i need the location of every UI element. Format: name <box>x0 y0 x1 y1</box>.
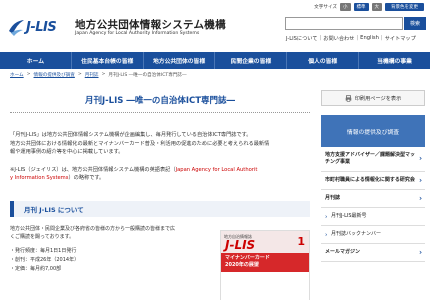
section-heading: 月刊 J-LIS について <box>10 200 310 217</box>
utility-links: J-LISについて | お問い合わせ | English | サイトマップ <box>286 35 416 42</box>
sidebar-item-mail-magazine[interactable]: メールマガジン <box>321 244 425 262</box>
search-input[interactable] <box>285 17 403 30</box>
cover-band-line-2: 2020年の展望 <box>225 262 259 268</box>
org-name-en: Japan Agency for Local Authority Informa… <box>75 31 200 36</box>
main-nav: ホーム 住民基本台帳の皆様 地方公共団体の皆様 民間企業の皆様 個人の皆様 当機… <box>0 52 430 69</box>
sidebar-item-study-group[interactable]: 市町村職員による情報化に関する研究会 <box>321 172 425 190</box>
note-highlight: Japan Agency for Local Authorit <box>175 166 258 173</box>
org-name: 地方公共団体情報システム機構 <box>75 19 226 31</box>
nav-item-residents[interactable]: 住民基本台帳の皆様 <box>72 52 144 69</box>
cover-band: マイナンバーカード 2020年の展望 <box>221 253 309 272</box>
cover-header: 地方自治情報誌 J-LIS 1 <box>221 231 309 253</box>
lead-line-3: 報や運用事例の紹介等を中心に掲載しています。 <box>10 149 124 155</box>
breadcrumb-info[interactable]: 情報の提供及び調査 <box>34 72 75 78</box>
breadcrumb-current: 月刊J-LIS ―唯一の自治体ICT専門誌― <box>108 73 187 78</box>
search-button[interactable]: 検索 <box>404 17 426 30</box>
util-link-english[interactable]: English <box>360 35 379 42</box>
sidebar: 印刷用ページを表示 情報の提供及び調査 地方支援アドバイザー／課題解決型マッチン… <box>321 90 425 262</box>
text-size-label: 文字サイズ <box>314 5 337 10</box>
lead-text: 「月刊J-LIS」は地方公共団体情報システム機構が企画編集し、毎月発行している自… <box>10 131 310 157</box>
cover-logo: J-LIS <box>225 238 256 252</box>
note-text: ※J-LIS（ジェイリス）は、地方公共団体情報システム機構の英語表記（Japan… <box>10 166 310 183</box>
accessibility-bar: 文字サイズ 小 標準 大 背景色を変更 <box>314 3 424 11</box>
printer-icon <box>345 94 352 102</box>
print-button[interactable]: 印刷用ページを表示 <box>321 90 425 106</box>
nav-item-local-gov[interactable]: 地方公共団体の皆様 <box>144 52 216 69</box>
util-link-about[interactable]: J-LISについて <box>286 35 318 42</box>
logo-text[interactable]: J-LIS <box>26 20 57 35</box>
nav-item-companies[interactable]: 民間企業の皆様 <box>215 52 288 69</box>
breadcrumb-magazine[interactable]: 月刊誌 <box>85 72 99 78</box>
breadcrumb-home[interactable]: ホーム <box>10 72 24 78</box>
text-size-medium-button[interactable]: 標準 <box>353 3 369 11</box>
sidebar-item-advisor[interactable]: 地方支援アドバイザー／課題解決型マッチング事業 <box>321 147 425 172</box>
print-button-label: 印刷用ページを表示 <box>354 95 402 102</box>
jlis-logo-icon <box>9 20 24 36</box>
nav-item-business[interactable]: 当機構の事業 <box>359 52 430 69</box>
text-size-large-button[interactable]: 大 <box>371 3 382 11</box>
search-button-label: 検索 <box>409 21 420 27</box>
util-link-sitemap[interactable]: サイトマップ <box>385 35 416 42</box>
desc-line-1: 地方公共団体・民間企業及び各府省の皆様の方から一般購読の皆様まで広 <box>10 225 176 232</box>
sidebar-heading[interactable]: 情報の提供及び調査 <box>321 115 425 147</box>
note-part-1: ※J-LIS（ジェイリス）は、地方公共団体情報システム機構の英語表記（ <box>10 166 176 173</box>
note-part-2: y Information Systems <box>10 175 69 181</box>
lead-line-1: 「月刊J-LIS」は地方公共団体情報システム機構が企画編集し、毎月発行している自… <box>10 132 252 138</box>
nav-item-individuals[interactable]: 個人の皆様 <box>287 52 360 69</box>
desc-line-2: くご購読を賜っております。 <box>10 233 75 240</box>
section-description: 地方公共団体・民間企業及び各府省の皆様の方から一般購読の皆様まで広 くご購読を賜… <box>10 225 210 241</box>
site-header: J-LIS 地方公共団体情報システム機構 Japan Agency for Lo… <box>0 0 430 52</box>
note-part-3: ）の略称です。 <box>68 175 105 181</box>
sidebar-item-latest-issue[interactable]: 月刊J-LIS最新号 <box>321 208 425 226</box>
nav-item-home[interactable]: ホーム <box>0 52 72 69</box>
text-size-small-button[interactable]: 小 <box>340 3 351 11</box>
page-title: 月刊J-LIS ―唯一の自治体ICT専門誌― <box>10 94 310 113</box>
cover-band-line-1: マイナンバーカード <box>225 255 270 261</box>
bg-color-button[interactable]: 背景色を変更 <box>385 3 424 11</box>
cover-issue-number: 1 <box>297 235 305 248</box>
util-link-contact[interactable]: お問い合わせ <box>323 35 354 42</box>
sidebar-item-magazine[interactable]: 月刊誌 <box>321 190 425 208</box>
magazine-cover-image[interactable]: 地方自治情報誌 J-LIS 1 マイナンバーカード 2020年の展望 <box>220 230 310 300</box>
breadcrumb: ホーム > 情報の提供及び調査 > 月刊誌 > 月刊J-LIS ―唯一の自治体I… <box>10 72 187 78</box>
sidebar-item-back-numbers[interactable]: 月刊誌バックナンバー <box>321 226 425 244</box>
lead-line-2: 地方公共団体における情報化の最新とマイナンバーカード普及・利活用の促進のために必… <box>10 140 270 147</box>
